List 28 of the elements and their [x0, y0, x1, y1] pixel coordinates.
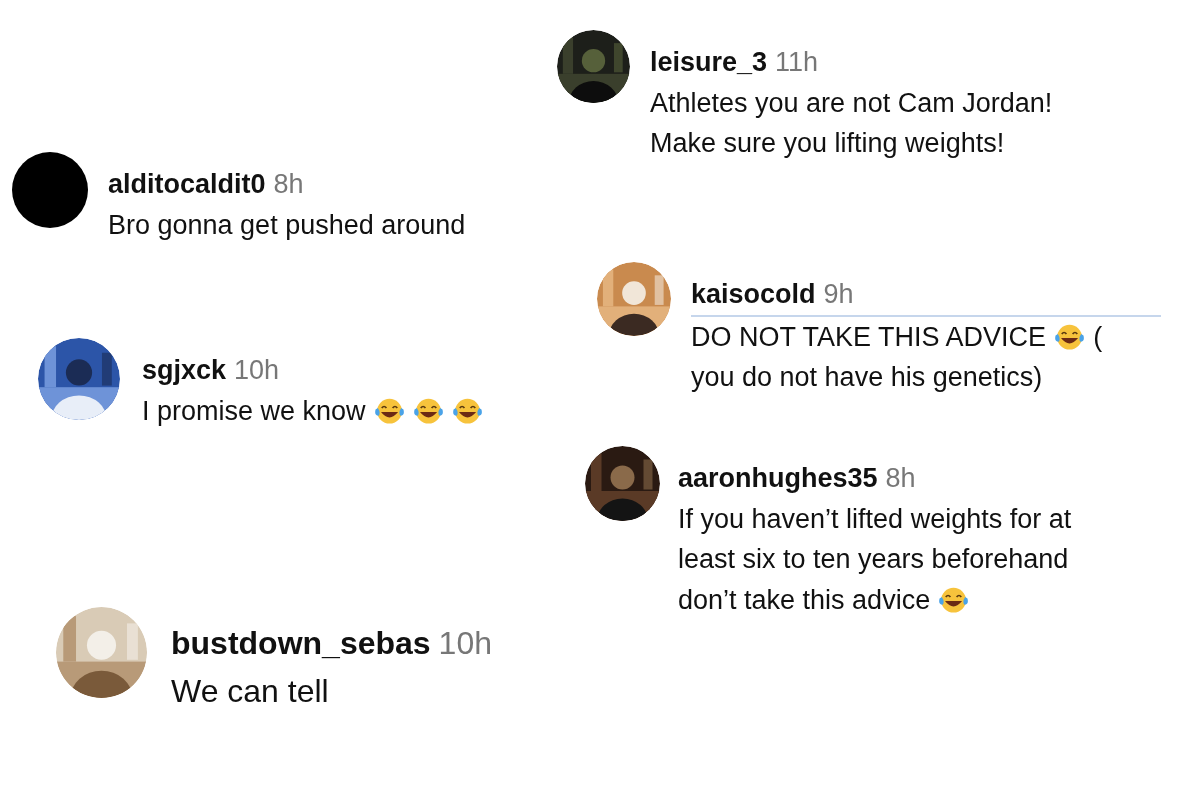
username[interactable]: kaisocold: [691, 274, 816, 315]
comment-text: If you haven’t lifted weights for at: [678, 502, 1072, 536]
comment-text: least six to ten years beforehand: [678, 543, 1069, 576]
username[interactable]: aaronhughes35: [678, 458, 878, 499]
comment-text: DO NOT TAKE THIS ADVICE: [691, 320, 1047, 354]
comment-text: I promise we know: [142, 394, 366, 428]
laughing-emoji-icon: [412, 396, 444, 425]
comment-text: Bro gonna get pushed around: [108, 208, 466, 242]
comment-text: you do not have his genetics): [691, 361, 1043, 394]
comment-text: Make sure you lifting weights!: [650, 127, 1005, 160]
timestamp: 8h: [885, 462, 916, 495]
timestamp: 9h: [823, 278, 854, 311]
comment-text: We can tell: [171, 672, 329, 711]
laughing-emoji-icon: [1054, 322, 1086, 351]
username[interactable]: bustdown_sebas: [171, 619, 431, 667]
username[interactable]: sgjxck: [142, 350, 227, 391]
timestamp: 8h: [273, 168, 304, 201]
laughing-emoji-icon: [373, 396, 405, 425]
username[interactable]: leisure_3: [650, 42, 768, 83]
username[interactable]: alditocaldit0: [108, 164, 266, 205]
timestamp: 11h: [775, 46, 819, 79]
comment-text: Athletes you are not Cam Jordan!: [650, 86, 1053, 120]
timestamp: 10h: [438, 624, 492, 663]
comment-text: (: [1093, 320, 1103, 354]
comment-text: don’t take this advice: [678, 583, 931, 617]
laughing-emoji-icon: [451, 396, 483, 425]
laughing-emoji-icon: [938, 585, 970, 614]
timestamp: 10h: [234, 354, 280, 387]
